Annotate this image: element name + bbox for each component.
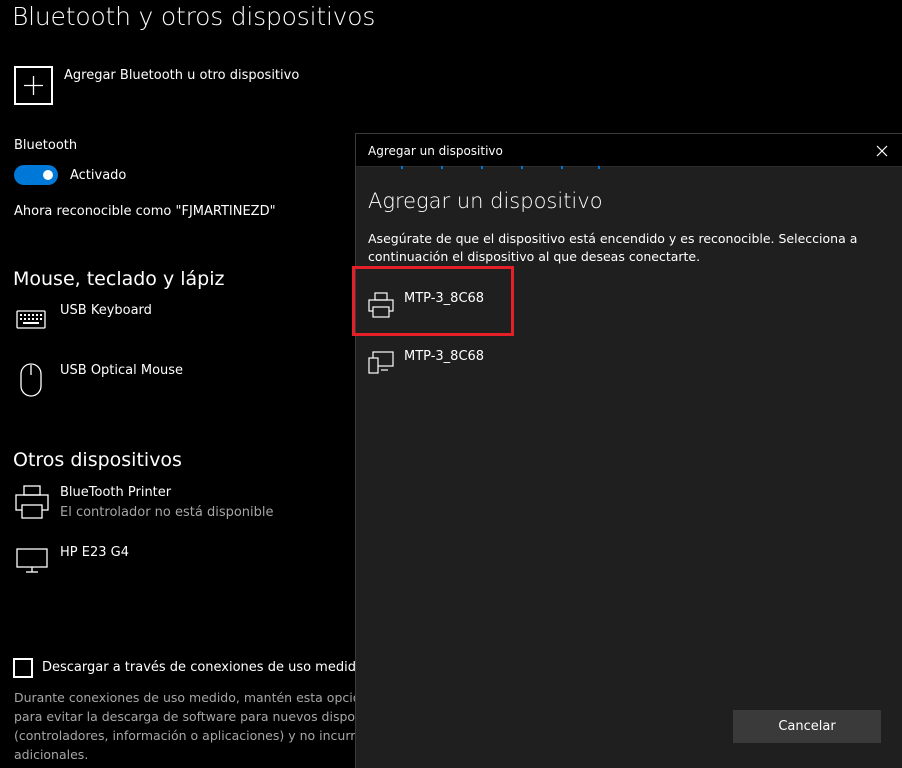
add-device-dialog: Agregar un dispositivo Agregar un dispos…	[352, 133, 902, 768]
device-name: MTP-3_8C68	[404, 349, 485, 364]
keyboard-icon	[16, 310, 46, 329]
mouse-icon	[20, 363, 42, 397]
device-name: USB Keyboard	[60, 303, 152, 318]
description-line: Asegúrate de que el dispositivo está enc…	[368, 231, 858, 246]
monitor-icon	[16, 548, 48, 573]
metered-checkbox[interactable]	[13, 658, 33, 678]
description-line: adicionales.	[14, 747, 89, 762]
description-line: continuación el dispositivo al que desea…	[368, 249, 701, 264]
toggle-knob	[43, 170, 53, 180]
device-item-keyboard[interactable]: USB Keyboard	[0, 300, 300, 340]
dialog-description: Asegúrate de que el dispositivo está enc…	[368, 230, 857, 266]
plus-icon	[24, 76, 43, 95]
device-name: BlueTooth Printer	[60, 485, 172, 500]
device-name: USB Optical Mouse	[60, 363, 184, 378]
section-title-mouse: Mouse, teclado y lápiz	[13, 268, 225, 290]
bluetooth-label: Bluetooth	[14, 138, 78, 153]
selection-highlight	[352, 266, 514, 336]
close-icon[interactable]	[874, 143, 890, 159]
dialog-titlebar-text: Agregar un dispositivo	[368, 144, 503, 158]
discoverable-text: Ahora reconocible como "FJMARTINEZD"	[14, 204, 276, 219]
searching-progress-dots	[401, 166, 611, 170]
metered-description: Durante conexiones de uso medido, mantén…	[14, 688, 359, 764]
page-title: Bluetooth y otros dispositivos	[12, 2, 376, 31]
description-line: Durante conexiones de uso medido, mantén…	[14, 690, 359, 705]
dialog-titlebar: Agregar un dispositivo	[356, 134, 902, 167]
add-device-label[interactable]: Agregar Bluetooth u otro dispositivo	[64, 68, 299, 83]
device-item-monitor[interactable]: HP E23 G4	[0, 542, 300, 582]
section-title-other: Otros dispositivos	[13, 449, 182, 471]
device-icon	[368, 351, 394, 374]
printer-icon	[15, 485, 49, 519]
dialog-heading: Agregar un dispositivo	[368, 189, 603, 213]
device-status: El controlador no está disponible	[60, 505, 274, 520]
bluetooth-toggle-state: Activado	[70, 168, 127, 183]
cancel-button[interactable]: Cancelar	[733, 710, 881, 743]
bluetooth-toggle[interactable]	[14, 165, 58, 185]
found-device-generic[interactable]: MTP-3_8C68	[356, 342, 516, 386]
description-line: (controladores, información o aplicacion…	[14, 728, 359, 743]
add-device-button[interactable]	[14, 66, 53, 105]
device-item-printer[interactable]: BlueTooth Printer El controlador no está…	[0, 482, 340, 526]
device-name: HP E23 G4	[60, 545, 129, 560]
metered-checkbox-label[interactable]: Descargar a través de conexiones de uso …	[42, 660, 364, 675]
device-item-mouse[interactable]: USB Optical Mouse	[0, 360, 300, 400]
description-line: para evitar la descarga de software para…	[14, 709, 359, 724]
